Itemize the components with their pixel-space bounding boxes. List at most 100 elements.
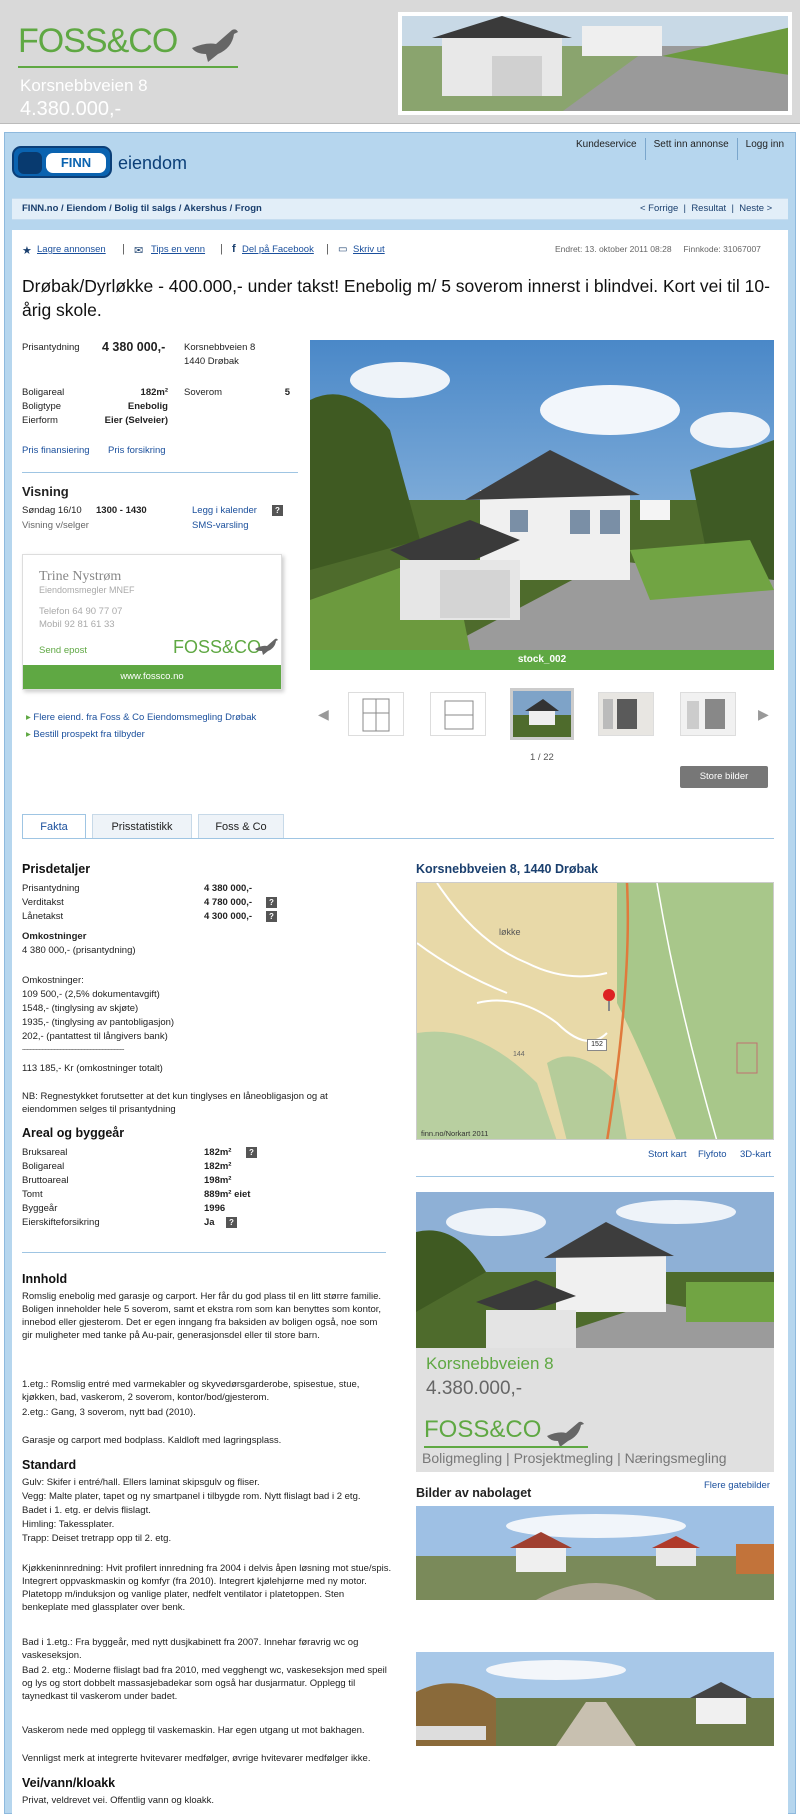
tip-friend-link[interactable]: Tips en venn [151, 244, 205, 255]
tab-fossco[interactable]: Foss & Co [198, 814, 284, 838]
lanetakst-value: 4 300 000,- [204, 911, 253, 922]
map-pin-icon[interactable] [603, 989, 615, 1001]
omk-line: 1935,- (tinglysing av pantobligasjon) [22, 1017, 175, 1028]
more-street-images-link[interactable]: Flere gatebilder [704, 1480, 770, 1491]
share-facebook-link[interactable]: Del på Facebook [242, 244, 314, 255]
omk-total: 113 185,- Kr (omkostninger totalt) [22, 1063, 163, 1074]
divider [416, 1176, 774, 1177]
ad-logo-underline [424, 1446, 588, 1448]
areal-title: Areal og byggeår [22, 1126, 125, 1140]
help-icon[interactable]: ? [246, 1147, 257, 1158]
standard-line: Gulv: Skifer i entré/hall. Ellers lamina… [22, 1477, 260, 1488]
separator: | [220, 243, 223, 255]
finn-logo[interactable]: FINN [12, 146, 112, 178]
areal-value: 182m² [204, 1147, 232, 1158]
agent-name: Trine Nystrøm [39, 569, 122, 584]
areal-value: 889m² eiet [204, 1189, 251, 1200]
omk-line: 109 500,- (2,5% dokumentavgift) [22, 989, 160, 1000]
next-link[interactable]: Neste > [739, 203, 772, 214]
calendar-link[interactable]: Legg i kalender [192, 505, 257, 516]
send-email-link[interactable]: Send epost [39, 645, 87, 656]
thumbnail-room-2[interactable] [680, 692, 736, 736]
separator: | [122, 243, 125, 255]
agency-ad[interactable]: Korsnebbveien 8 4.380.000,- FOSS&CO Boli… [416, 1192, 774, 1472]
visning-by: Visning v/selger [22, 520, 89, 531]
order-prospekt-label: Bestill prospekt fra tilbyder [33, 729, 145, 740]
help-icon[interactable]: ? [226, 1217, 237, 1228]
thumbnail-room-1[interactable] [598, 692, 654, 736]
photo-counter: 1 / 22 [530, 752, 554, 763]
prev-arrow-icon[interactable]: ◀ [318, 706, 329, 723]
top-banner-ad[interactable]: FOSS&CO Korsnebbveien 8 4.380.000,- [0, 0, 800, 124]
thumbnail-house-selected[interactable] [510, 688, 574, 740]
areal-value: 1996 [204, 1203, 226, 1214]
large-images-button[interactable]: Store bilder [680, 766, 768, 788]
standard-line: Vegg: Malte plater, tapet og ny smartpan… [22, 1491, 361, 1502]
innhold-text: 2.etg.: Gang, 3 soverom, nytt bad (2010)… [22, 1407, 196, 1418]
standard-title: Standard [22, 1458, 77, 1472]
agent-card: Trine Nystrøm Eiendomsmegler MNEF Telefo… [22, 554, 282, 690]
printer-icon: ▭ [338, 244, 348, 255]
next-arrow-icon[interactable]: ▶ [758, 706, 769, 723]
breadcrumb[interactable]: FINN.no / Eiendom / Bolig til salgs / Ak… [22, 203, 262, 214]
nav-kundeservice[interactable]: Kundeservice [568, 138, 646, 160]
print-link[interactable]: Skriv ut [353, 244, 385, 255]
standard-line: Himling: Takessplater. [22, 1519, 115, 1530]
neighborhood-photo-1[interactable] [416, 1506, 774, 1600]
omk-line: 202,- (pantattest til långivers bank) [22, 1031, 168, 1042]
divider [22, 472, 298, 473]
areal-label: Bruksareal [22, 1147, 68, 1158]
address-line2: 1440 Drøbak [184, 356, 239, 367]
thumbnail-floorplan-2[interactable] [430, 692, 486, 736]
agent-phone: Telefon 64 90 77 07 [39, 606, 123, 617]
nav-sett-inn-annonse[interactable]: Sett inn annonse [646, 138, 738, 160]
visning-day: Søndag 16/10 [22, 505, 82, 516]
fossco-card-logo: FOSS&CO [173, 637, 262, 657]
aerial-photo-link[interactable]: Flyfoto [698, 1149, 727, 1160]
omk-separator: ----------------------------------------… [22, 1047, 124, 1053]
order-prospekt-link[interactable]: ▸ Bestill prospekt fra tilbyder [26, 729, 145, 740]
price-value: 4 380 000,- [102, 340, 166, 354]
tab-fakta[interactable]: Fakta [22, 814, 86, 838]
3d-map-link[interactable]: 3D-kart [740, 1149, 771, 1160]
help-icon[interactable]: ? [272, 505, 283, 516]
innhold-text: Garasje og carport med bodplass. Kaldlof… [22, 1435, 282, 1446]
arrow-icon: ▸ [26, 729, 31, 740]
thumbnail-floorplan-1[interactable] [348, 692, 404, 736]
result-link[interactable]: Resultat [691, 203, 726, 214]
more-listings-link[interactable]: ▸ Flere eiend. fra Foss & Co Eiendomsmeg… [26, 712, 256, 723]
omkostninger-base: 4 380 000,- (prisantydning) [22, 945, 136, 956]
ad-price: 4.380.000,- [426, 1378, 523, 1399]
arrow-icon: ▸ [26, 712, 31, 723]
large-map-link[interactable]: Stort kart [648, 1149, 687, 1160]
save-ad-link[interactable]: Lagre annonsen [37, 244, 106, 255]
prev-link[interactable]: < Forrige [640, 203, 678, 214]
map[interactable]: løkke 152 144 finn.no/Norkart 2011 [416, 882, 774, 1140]
visning-time: 1300 - 1430 [96, 505, 147, 516]
main-photo[interactable] [310, 340, 774, 650]
tab-prisstatistikk[interactable]: Prisstatistikk [92, 814, 192, 838]
photo-caption: stock_002 [310, 650, 774, 670]
nav-logg-inn[interactable]: Logg inn [738, 138, 792, 160]
neighborhood-photo-2[interactable] [416, 1652, 774, 1746]
map-number-label: 144 [513, 1051, 525, 1058]
result-pager: < Forrige | Resultat | Neste > [640, 203, 773, 214]
section-title: eiendom [118, 153, 188, 173]
boligtype-value: Enebolig [127, 401, 168, 412]
map-pin-stem [608, 1001, 610, 1011]
envelope-icon: ✉ [134, 245, 144, 257]
help-icon[interactable]: ? [266, 897, 277, 908]
price-financing-link[interactable]: Pris finansiering [22, 445, 90, 456]
boligareal-label: Boligareal [22, 387, 65, 398]
agent-mobile: Mobil 92 81 61 33 [39, 619, 115, 630]
eierform-value: Eier (Selveier) [104, 415, 168, 426]
help-icon[interactable]: ? [266, 911, 277, 922]
price-insurance-link[interactable]: Pris forsikring [108, 445, 166, 456]
logo-underline [18, 66, 238, 68]
bird-icon [192, 29, 238, 62]
map-title: Korsnebbveien 8, 1440 Drøbak [416, 862, 599, 876]
agent-website[interactable]: www.fossco.no [23, 665, 281, 689]
banner-house-photo [398, 12, 792, 115]
changed-date: Endret: 13. oktober 2011 08:28 [555, 244, 672, 254]
sms-link[interactable]: SMS-varsling [192, 520, 249, 531]
